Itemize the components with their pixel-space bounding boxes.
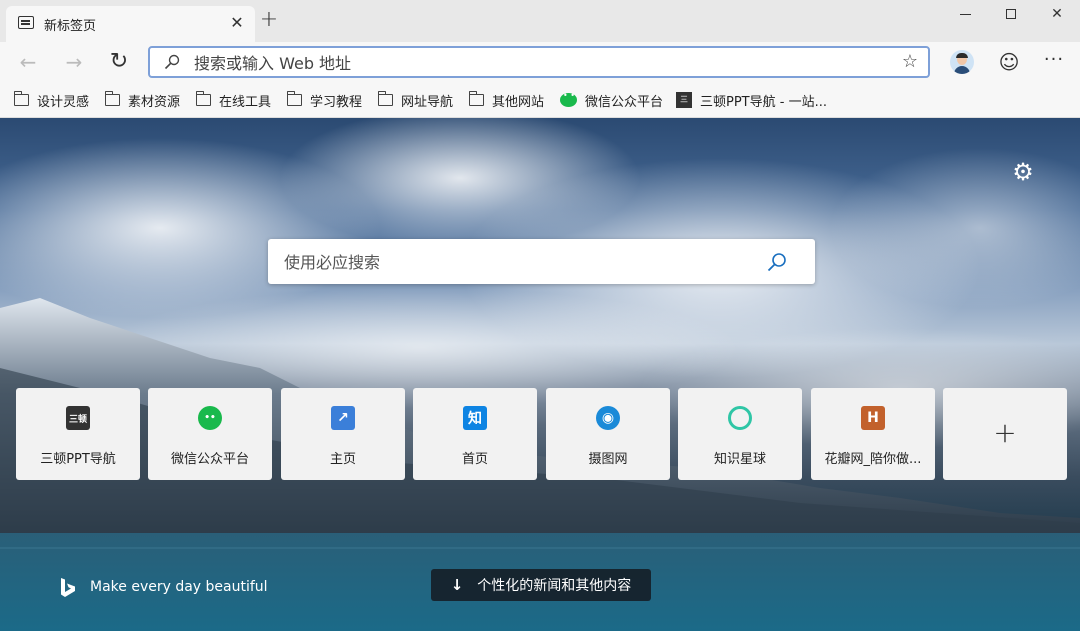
new-tab-button[interactable]: + bbox=[258, 9, 280, 32]
quick-link-sandun-ppt[interactable]: 三顿 三顿PPT导航 bbox=[16, 388, 140, 480]
folder-icon bbox=[104, 91, 120, 106]
tab-title: 新标签页 bbox=[44, 19, 97, 34]
back-button[interactable]: ← bbox=[14, 48, 42, 76]
new-tab-page: ⚙ 三顿 三顿PPT导航 •• 微信公众平台 ↗ 主页 知 首页 ◉ 摄图网 知… bbox=[0, 118, 1080, 631]
bookmark-label: 在线工具 bbox=[219, 94, 272, 110]
folder-icon bbox=[13, 91, 29, 106]
bookmark-label: 微信公众平台 bbox=[585, 94, 664, 110]
bing-logo-icon[interactable] bbox=[58, 577, 78, 599]
bing-search-input[interactable] bbox=[284, 251, 754, 273]
folder-icon bbox=[286, 91, 302, 106]
quick-link-label: 摄图网 bbox=[588, 452, 628, 467]
zhihu-icon: 知 bbox=[463, 406, 487, 430]
search-icon[interactable] bbox=[766, 251, 788, 273]
navigation-toolbar: ← → ↻ ☆ ☺ ··· bbox=[0, 42, 1080, 82]
title-bar: 新标签页 ✕ + ✕ bbox=[0, 0, 1080, 42]
huaban-icon: H bbox=[861, 406, 885, 430]
wechat-icon bbox=[560, 91, 577, 107]
bookmark-sandun-ppt[interactable]: 三 三顿PPT导航 - 一站... bbox=[676, 90, 827, 110]
refresh-button[interactable]: ↻ bbox=[105, 48, 133, 76]
tab-new-tab[interactable]: 新标签页 ✕ bbox=[6, 6, 255, 42]
quick-link-label: 花瓣网_陪你做... bbox=[824, 452, 922, 467]
arrow-down-icon: ↓ bbox=[450, 576, 464, 594]
newtab-page-icon bbox=[18, 16, 34, 29]
profile-avatar[interactable] bbox=[950, 50, 974, 74]
quick-link-label: 三顿PPT导航 bbox=[40, 452, 116, 467]
address-input[interactable] bbox=[194, 52, 874, 74]
folder-icon bbox=[195, 91, 211, 106]
background-image bbox=[0, 118, 1080, 631]
wechat-icon: •• bbox=[198, 406, 222, 430]
feedback-smiley-icon[interactable]: ☺ bbox=[997, 50, 1021, 74]
favorite-star-icon[interactable]: ☆ bbox=[902, 51, 918, 72]
quick-link-zsxq[interactable]: 知识星球 bbox=[678, 388, 802, 480]
personalized-news-button[interactable]: ↓ 个性化的新闻和其他内容 bbox=[431, 569, 651, 601]
quick-link-home[interactable]: ↗ 主页 bbox=[281, 388, 405, 480]
bookmark-label: 素材资源 bbox=[128, 94, 181, 110]
quick-link-huaban[interactable]: H 花瓣网_陪你做... bbox=[811, 388, 935, 480]
folder-icon bbox=[377, 91, 393, 106]
bookmark-materials[interactable]: 素材资源 bbox=[104, 90, 181, 110]
bookmark-label: 设计灵感 bbox=[37, 94, 90, 110]
news-button-label: 个性化的新闻和其他内容 bbox=[477, 578, 632, 594]
bookmark-label: 其他网站 bbox=[492, 94, 545, 110]
quick-link-shetu[interactable]: ◉ 摄图网 bbox=[546, 388, 670, 480]
zsxq-icon bbox=[728, 406, 752, 430]
add-quick-link-button[interactable]: + bbox=[943, 388, 1067, 480]
bookmark-other-sites[interactable]: 其他网站 bbox=[468, 90, 545, 110]
bookmark-wechat-platform[interactable]: 微信公众平台 bbox=[560, 90, 663, 110]
folder-icon bbox=[468, 91, 484, 106]
maximize-icon bbox=[1006, 9, 1016, 19]
quick-link-wechat[interactable]: •• 微信公众平台 bbox=[148, 388, 272, 480]
window-close-button[interactable]: ✕ bbox=[1034, 0, 1080, 30]
quick-link-label: 知识星球 bbox=[713, 452, 766, 467]
quick-link-label: 主页 bbox=[329, 452, 356, 467]
bing-search-box[interactable] bbox=[268, 239, 815, 284]
bing-tagline[interactable]: Make every day beautiful bbox=[90, 579, 268, 595]
address-bar[interactable]: ☆ bbox=[148, 46, 930, 78]
settings-gear-icon[interactable]: ⚙ bbox=[1011, 160, 1035, 184]
maximize-button[interactable] bbox=[988, 0, 1034, 30]
plus-icon: + bbox=[993, 416, 1017, 449]
quick-link-zhihu[interactable]: 知 首页 bbox=[413, 388, 537, 480]
bookmark-label: 网址导航 bbox=[401, 94, 454, 110]
bookmark-online-tools[interactable]: 在线工具 bbox=[195, 90, 272, 110]
search-icon bbox=[164, 54, 180, 70]
bookmark-design-inspiration[interactable]: 设计灵感 bbox=[13, 90, 90, 110]
quick-link-label: 首页 bbox=[461, 452, 488, 467]
more-options-button[interactable]: ··· bbox=[1042, 50, 1066, 74]
bookmark-tutorials[interactable]: 学习教程 bbox=[286, 90, 363, 110]
bookmark-label: 学习教程 bbox=[310, 94, 363, 110]
sandun-icon: 三 bbox=[676, 92, 692, 108]
shetu-icon: ◉ bbox=[596, 406, 620, 430]
quick-link-label: 微信公众平台 bbox=[170, 452, 249, 467]
chart-icon: ↗ bbox=[331, 406, 355, 430]
tab-close-button[interactable]: ✕ bbox=[227, 13, 247, 33]
favorites-bar: 设计灵感 素材资源 在线工具 学习教程 网址导航 其他网站 微信公众平台 三 三… bbox=[0, 82, 1080, 118]
avatar-body bbox=[954, 66, 970, 74]
forward-button[interactable]: → bbox=[60, 48, 88, 76]
minimize-icon bbox=[960, 14, 971, 15]
sandun-icon: 三顿 bbox=[66, 406, 90, 430]
bookmark-label: 三顿PPT导航 - 一站... bbox=[700, 94, 827, 110]
minimize-button[interactable] bbox=[942, 0, 988, 30]
bookmark-url-nav[interactable]: 网址导航 bbox=[377, 90, 454, 110]
avatar-hair bbox=[956, 53, 968, 58]
